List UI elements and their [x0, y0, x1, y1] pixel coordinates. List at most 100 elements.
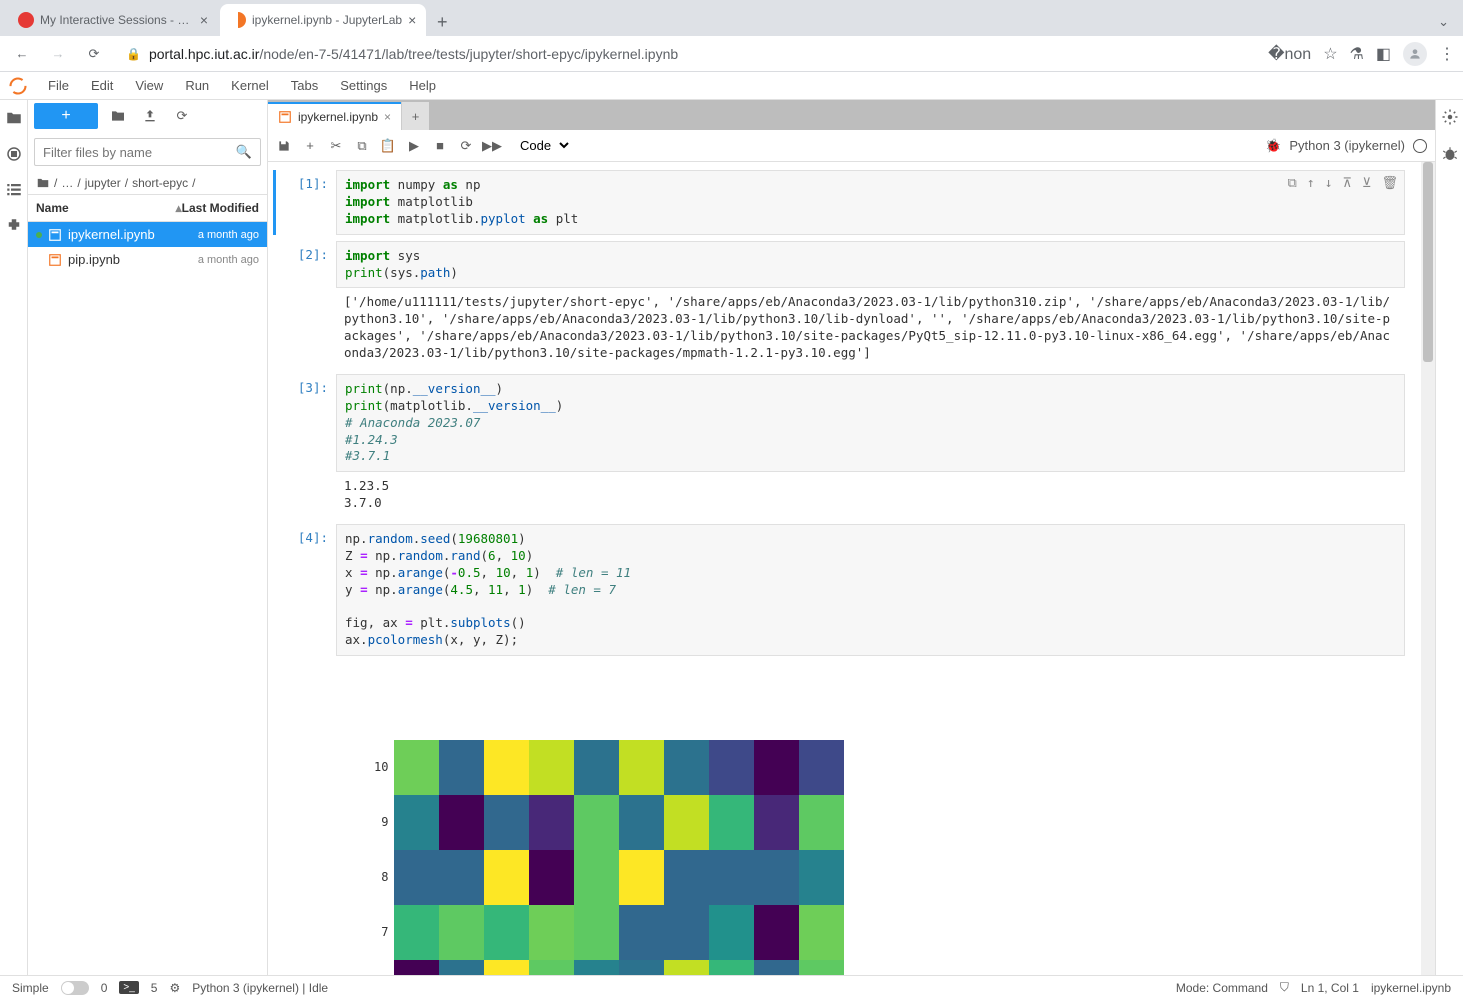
- move-down-icon[interactable]: ↓: [1325, 175, 1333, 193]
- menu-edit[interactable]: Edit: [81, 74, 123, 97]
- new-tab-button[interactable]: +: [428, 8, 456, 36]
- new-folder-icon[interactable]: [106, 104, 130, 128]
- notebook-icon: [278, 110, 292, 124]
- heatmap-grid: [394, 740, 844, 975]
- code-cell[interactable]: [2]: import sys print(sys.path) ['/home/…: [276, 241, 1405, 368]
- extension-icon[interactable]: [4, 216, 24, 236]
- debug-icon[interactable]: [1441, 145, 1459, 166]
- jupyter-logo-icon: [8, 76, 28, 96]
- fast-forward-icon[interactable]: ▶▶: [484, 138, 500, 154]
- cell-input[interactable]: print(np.__version__) print(matplotlib._…: [336, 374, 1405, 472]
- notebook-icon: [48, 228, 62, 242]
- insert-above-icon[interactable]: ⊼: [1342, 175, 1352, 193]
- cell-input[interactable]: import sys print(sys.path): [336, 241, 1405, 289]
- cell-input[interactable]: np.random.seed(19680801) Z = np.random.r…: [336, 524, 1405, 656]
- search-icon: 🔍: [236, 144, 252, 160]
- address-bar: ← → ⟳ 🔒 portal.hpc.iut.ac.ir/node/en-7-5…: [0, 36, 1463, 72]
- scrollbar[interactable]: [1421, 162, 1435, 975]
- file-browser: + ⟳ 🔍 / … / jupyter / short-epyc / Name: [28, 100, 268, 975]
- cut-icon[interactable]: ✂: [328, 138, 344, 154]
- bookmark-icon[interactable]: ☆: [1323, 44, 1337, 64]
- browser-tab-jupyter[interactable]: ipykernel.ipynb - JupyterLab ×: [220, 4, 426, 36]
- delete-icon[interactable]: 🗑: [1381, 175, 1398, 193]
- property-inspector-icon[interactable]: [1441, 108, 1459, 129]
- terminal-badge-icon[interactable]: >_: [119, 981, 138, 994]
- main-area: ipykernel.ipynb × + + ✂ ⧉ 📋 ▶ ■ ⟳ ▶▶: [268, 100, 1435, 975]
- add-cell-icon[interactable]: +: [302, 138, 318, 154]
- cell-type-select[interactable]: Code: [512, 135, 572, 156]
- file-list-header[interactable]: Name ▴ Last Modified: [28, 194, 267, 222]
- menu-help[interactable]: Help: [399, 74, 446, 97]
- copy-icon[interactable]: ⧉: [354, 138, 370, 154]
- chevron-down-icon[interactable]: ⌄: [1432, 8, 1455, 36]
- profile-avatar[interactable]: [1403, 42, 1427, 66]
- status-zero: 0: [101, 981, 108, 995]
- breadcrumb[interactable]: / … / jupyter / short-epyc /: [28, 172, 267, 194]
- status-five: 5: [151, 981, 158, 995]
- jupyter-menubar: File Edit View Run Kernel Tabs Settings …: [0, 72, 1463, 100]
- pcolormesh-plot: 109876: [344, 696, 1397, 975]
- document-tab[interactable]: ipykernel.ipynb ×: [268, 102, 401, 130]
- restart-icon[interactable]: ⟳: [458, 138, 474, 154]
- url-field[interactable]: 🔒 portal.hpc.iut.ac.ir/node/en-7-5/41471…: [116, 40, 1260, 68]
- cell-prompt: [2]:: [276, 241, 336, 368]
- kernel-status: Python 3 (ipykernel) | Idle: [192, 981, 328, 995]
- simple-toggle[interactable]: [61, 981, 89, 995]
- document-tabs: ipykernel.ipynb × +: [268, 100, 1435, 130]
- menu-kernel[interactable]: Kernel: [221, 74, 279, 97]
- running-icon[interactable]: [4, 144, 24, 164]
- stop-icon[interactable]: ■: [432, 138, 448, 154]
- close-icon[interactable]: ×: [200, 12, 208, 28]
- browser-tab-strip: My Interactive Sessions - NH × ipykernel…: [0, 0, 1463, 36]
- code-cell[interactable]: [4]: np.random.seed(19680801) Z = np.ran…: [276, 524, 1405, 975]
- running-dot-icon: [36, 257, 42, 263]
- code-cell[interactable]: [1]: import numpy as np import matplotli…: [273, 170, 1405, 235]
- browser-tab-sessions[interactable]: My Interactive Sessions - NH ×: [8, 4, 218, 36]
- panel-icon[interactable]: ◧: [1376, 44, 1391, 64]
- file-row[interactable]: ipykernel.ipynb a month ago: [28, 222, 267, 247]
- scrollbar-thumb[interactable]: [1423, 162, 1433, 362]
- toc-icon[interactable]: [4, 180, 24, 200]
- reload-button[interactable]: ⟳: [80, 40, 108, 68]
- duplicate-icon[interactable]: ⧉: [1288, 175, 1297, 193]
- save-icon[interactable]: [276, 138, 292, 154]
- refresh-icon[interactable]: ⟳: [170, 104, 194, 128]
- flask-icon[interactable]: ⚗: [1350, 44, 1364, 64]
- folder-icon[interactable]: [4, 108, 24, 128]
- trust-icon[interactable]: ⛉: [1280, 980, 1289, 995]
- close-icon[interactable]: ×: [408, 12, 416, 28]
- insert-below-icon[interactable]: ⊻: [1362, 175, 1372, 193]
- file-row[interactable]: pip.ipynb a month ago: [28, 247, 267, 272]
- bug-icon[interactable]: 🐞: [1265, 138, 1281, 154]
- menu-tabs[interactable]: Tabs: [281, 74, 328, 97]
- running-dot-icon: [36, 232, 42, 238]
- add-tab-button[interactable]: +: [401, 102, 429, 130]
- upload-icon[interactable]: [138, 104, 162, 128]
- y-axis: 109876: [374, 740, 394, 975]
- move-up-icon[interactable]: ↑: [1307, 175, 1315, 193]
- filter-input[interactable]: [43, 145, 236, 160]
- cell-actions: ⧉ ↑ ↓ ⊼ ⊻ 🗑: [1288, 175, 1399, 193]
- menu-icon[interactable]: ⋮: [1439, 44, 1455, 64]
- new-launcher-button[interactable]: +: [34, 103, 98, 129]
- menu-settings[interactable]: Settings: [330, 74, 397, 97]
- kernel-name[interactable]: Python 3 (ipykernel): [1289, 138, 1405, 153]
- back-button[interactable]: ←: [8, 40, 36, 68]
- folder-icon: [36, 176, 50, 190]
- status-bar: Simple 0 >_ 5 ⚙ Python 3 (ipykernel) | I…: [0, 975, 1463, 999]
- share-icon[interactable]: �non: [1268, 44, 1311, 64]
- notebook-body[interactable]: [1]: import numpy as np import matplotli…: [268, 162, 1421, 975]
- code-cell[interactable]: [3]: print(np.__version__) print(matplot…: [276, 374, 1405, 518]
- lsp-icon[interactable]: ⚙: [169, 981, 180, 995]
- close-icon[interactable]: ×: [384, 110, 391, 124]
- header-modified: Last Modified: [182, 201, 259, 215]
- cell-output: ['/home/u111111/tests/jupyter/short-epyc…: [336, 288, 1405, 368]
- menu-view[interactable]: View: [125, 74, 173, 97]
- menu-run[interactable]: Run: [175, 74, 219, 97]
- cell-input[interactable]: import numpy as np import matplotlib imp…: [336, 170, 1405, 235]
- cell-prompt: [4]:: [276, 524, 336, 975]
- run-icon[interactable]: ▶: [406, 138, 422, 154]
- mode-status: Mode: Command: [1176, 981, 1268, 995]
- paste-icon[interactable]: 📋: [380, 138, 396, 154]
- menu-file[interactable]: File: [38, 74, 79, 97]
